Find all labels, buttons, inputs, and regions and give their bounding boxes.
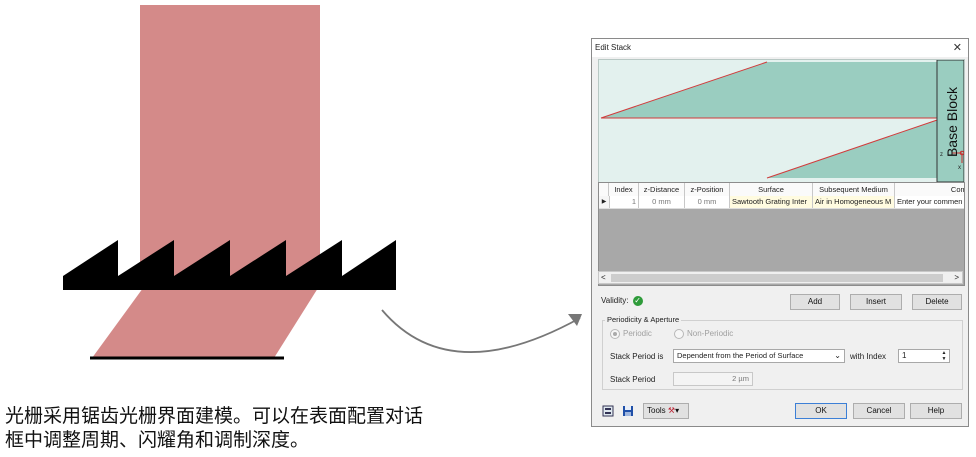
chevron-down-icon: ⌄ (834, 351, 841, 360)
stack-period-select[interactable]: Dependent from the Period of Surface ⌄ (673, 349, 845, 363)
col-index[interactable]: Index (609, 183, 639, 196)
col-z-position[interactable]: z-Position (685, 183, 730, 196)
scroll-left-icon[interactable]: < (601, 272, 606, 283)
table-horizontal-scrollbar[interactable]: < > (598, 271, 963, 284)
base-block-label: Base Block (944, 86, 960, 158)
col-comment[interactable]: Comm (895, 183, 964, 196)
stack-period-label: Stack Period (610, 375, 656, 384)
group-title: Periodicity & Aperture (605, 315, 682, 324)
radio-empty-icon (674, 329, 684, 339)
tools-button[interactable]: Tools ⚒▾ (643, 403, 689, 419)
caption-line-2: 框中调整周期、闪耀角和调制深度。 (5, 429, 310, 451)
caption: 光栅采用锯齿光栅界面建模。可以在表面配置对话 框中调整周期、闪耀角和调制深度。 (5, 404, 525, 452)
cell-subsequent-medium[interactable]: Air in Homogeneous M (813, 196, 895, 208)
catalog-icon[interactable] (602, 405, 614, 417)
stack-preview: Base Block z x (598, 59, 965, 183)
diffracted-beam (92, 288, 318, 358)
insert-button[interactable]: Insert (850, 294, 902, 310)
curved-arrow-icon (381, 309, 582, 353)
with-index-label: with Index (850, 352, 887, 361)
cell-z-distance[interactable]: 0 mm (639, 196, 685, 208)
validity-label: Validity: (601, 296, 629, 306)
cell-comment[interactable]: Enter your commen (895, 196, 964, 208)
preview-drawing (600, 60, 964, 182)
stepper-arrows-icon[interactable]: ▲ ▼ (940, 350, 948, 362)
row-header-corner (599, 183, 609, 196)
stack-period-field: 2 µm (673, 372, 753, 386)
scroll-thumb[interactable] (611, 274, 943, 282)
grating-illustration (63, 5, 396, 360)
axis-x-label: x (958, 165, 961, 171)
delete-button[interactable]: Delete (912, 294, 962, 310)
table-row[interactable]: 1 0 mm 0 mm Sawtooth Grating Inter Air i… (599, 196, 964, 209)
dropdown-arrow-icon: ▾ (675, 406, 680, 415)
close-icon[interactable]: ✕ (953, 41, 962, 54)
save-icon[interactable] (622, 405, 634, 417)
radio-selected-icon (610, 329, 620, 339)
index-stepper[interactable]: 1 ▲ ▼ (898, 349, 950, 363)
cell-index[interactable]: 1 (609, 196, 639, 208)
dialog-title: Edit Stack (595, 43, 632, 52)
ok-button[interactable]: OK (795, 403, 847, 419)
periodic-radio[interactable]: Periodic (610, 329, 652, 339)
col-z-distance[interactable]: z-Distance (639, 183, 685, 196)
col-surface[interactable]: Surface (730, 183, 813, 196)
row-selector-icon[interactable]: ▶ (599, 196, 610, 208)
cancel-button[interactable]: Cancel (853, 403, 905, 419)
add-button[interactable]: Add (790, 294, 840, 310)
axis-z-label: z (940, 152, 943, 158)
help-button[interactable]: Help (910, 403, 962, 419)
table-header: Index z-Distance z-Position Surface Subs… (599, 183, 964, 197)
incident-beam (140, 5, 320, 280)
col-subsequent-medium[interactable]: Subsequent Medium (813, 183, 895, 196)
title-bar: Edit Stack ✕ (592, 39, 968, 57)
caption-line-1: 光栅采用锯齿光栅界面建模。可以在表面配置对话 (5, 405, 424, 427)
validity-indicator: Validity: ✓ (601, 296, 643, 306)
stack-period-is-label: Stack Period is (610, 352, 664, 361)
check-icon: ✓ (632, 296, 643, 306)
scroll-right-icon[interactable]: > (954, 272, 959, 283)
cell-surface[interactable]: Sawtooth Grating Inter (730, 196, 813, 208)
cell-z-position[interactable]: 0 mm (685, 196, 730, 208)
sawtooth-grating (63, 240, 396, 290)
non-periodic-radio[interactable]: Non-Periodic (674, 329, 733, 339)
edit-stack-dialog: Edit Stack ✕ Base Block z x Index z-Dist… (591, 38, 969, 427)
